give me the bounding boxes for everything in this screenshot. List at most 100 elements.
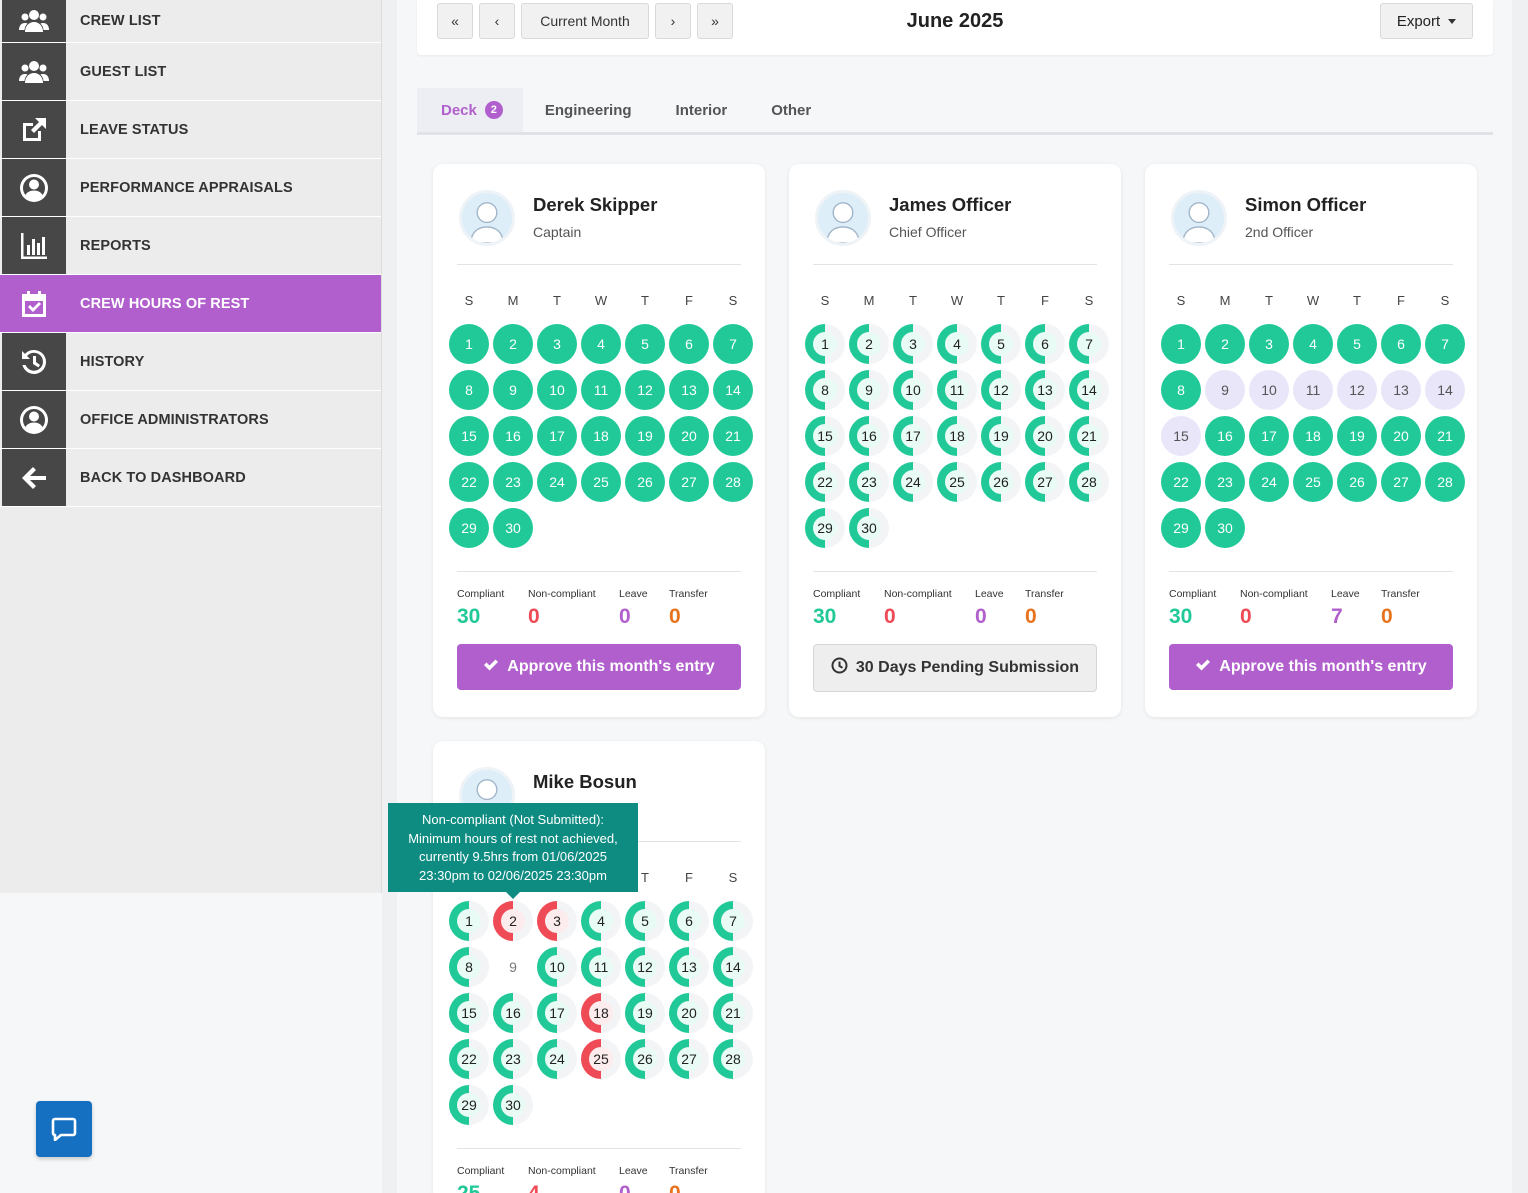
calendar-day[interactable]: 17 — [893, 416, 933, 456]
calendar-day[interactable]: 8 — [1161, 370, 1201, 410]
tab-other[interactable]: Other — [749, 88, 833, 132]
calendar-day[interactable]: 7 — [713, 901, 753, 941]
calendar-day[interactable]: 27 — [1381, 462, 1421, 502]
calendar-day[interactable]: 21 — [713, 993, 753, 1033]
calendar-day[interactable]: 23 — [493, 462, 533, 502]
calendar-day[interactable]: 26 — [625, 462, 665, 502]
tab-deck[interactable]: Deck 2 — [417, 88, 523, 132]
calendar-day[interactable]: 24 — [1249, 462, 1289, 502]
calendar-day[interactable]: 4 — [1293, 324, 1333, 364]
calendar-day[interactable]: 16 — [1205, 416, 1245, 456]
calendar-day[interactable]: 1 — [1161, 324, 1201, 364]
calendar-day[interactable]: 24 — [537, 1039, 577, 1079]
calendar-day[interactable]: 25 — [937, 462, 977, 502]
calendar-day[interactable]: 13 — [1025, 370, 1065, 410]
calendar-day[interactable]: 11 — [581, 947, 621, 987]
calendar-day[interactable]: 10 — [537, 947, 577, 987]
calendar-day[interactable]: 18 — [1293, 416, 1333, 456]
calendar-day[interactable]: 14 — [1425, 370, 1465, 410]
calendar-day[interactable]: 22 — [449, 1039, 489, 1079]
calendar-day[interactable]: 19 — [1337, 416, 1377, 456]
calendar-day[interactable]: 13 — [669, 370, 709, 410]
calendar-day[interactable]: 2 — [1205, 324, 1245, 364]
calendar-day[interactable]: 4 — [581, 901, 621, 941]
calendar-day[interactable]: 12 — [981, 370, 1021, 410]
calendar-day[interactable]: 24 — [893, 462, 933, 502]
sidebar-item-leave-status[interactable]: LEAVE STATUS — [0, 101, 381, 159]
calendar-day[interactable]: 21 — [1069, 416, 1109, 456]
calendar-day[interactable]: 26 — [981, 462, 1021, 502]
calendar-day[interactable]: 20 — [1025, 416, 1065, 456]
calendar-day[interactable]: 29 — [1161, 508, 1201, 548]
calendar-day[interactable]: 24 — [537, 462, 577, 502]
calendar-day[interactable]: 3 — [893, 324, 933, 364]
calendar-day[interactable]: 16 — [849, 416, 889, 456]
calendar-day[interactable]: 1 — [449, 324, 489, 364]
calendar-day[interactable]: 29 — [449, 1085, 489, 1125]
calendar-day[interactable]: 14 — [1069, 370, 1109, 410]
calendar-day[interactable]: 21 — [1425, 416, 1465, 456]
calendar-day[interactable]: 5 — [625, 324, 665, 364]
calendar-day[interactable]: 21 — [713, 416, 753, 456]
calendar-day[interactable]: 8 — [449, 370, 489, 410]
sidebar-item-reports[interactable]: REPORTS — [0, 217, 381, 275]
calendar-day[interactable]: 6 — [1025, 324, 1065, 364]
calendar-day[interactable]: 27 — [669, 1039, 709, 1079]
calendar-day[interactable]: 10 — [1249, 370, 1289, 410]
calendar-day[interactable]: 23 — [493, 1039, 533, 1079]
calendar-day[interactable]: 4 — [581, 324, 621, 364]
calendar-day[interactable]: 17 — [1249, 416, 1289, 456]
calendar-day[interactable]: 23 — [849, 462, 889, 502]
calendar-day[interactable]: 20 — [669, 416, 709, 456]
calendar-day[interactable]: 7 — [1069, 324, 1109, 364]
calendar-day[interactable]: 29 — [805, 508, 845, 548]
tab-interior[interactable]: Interior — [654, 88, 750, 132]
calendar-day[interactable]: 7 — [713, 324, 753, 364]
calendar-day[interactable]: 26 — [625, 1039, 665, 1079]
calendar-day[interactable]: 3 — [537, 901, 577, 941]
sidebar-item-history[interactable]: HISTORY — [0, 333, 381, 391]
calendar-day[interactable]: 6 — [669, 324, 709, 364]
calendar-day[interactable]: 9 — [493, 947, 533, 987]
calendar-day[interactable]: 6 — [669, 901, 709, 941]
sidebar-item-crew-hours-of-rest[interactable]: CREW HOURS OF REST — [0, 275, 381, 333]
calendar-day[interactable]: 12 — [625, 947, 665, 987]
calendar-day[interactable]: 19 — [625, 416, 665, 456]
calendar-day[interactable]: 15 — [449, 993, 489, 1033]
calendar-day[interactable]: 1 — [805, 324, 845, 364]
calendar-day[interactable]: 28 — [713, 462, 753, 502]
sidebar-item-back-to-dashboard[interactable]: BACK TO DASHBOARD — [0, 449, 381, 507]
calendar-day[interactable]: 3 — [537, 324, 577, 364]
calendar-day[interactable]: 13 — [1381, 370, 1421, 410]
calendar-day[interactable]: 5 — [981, 324, 1021, 364]
calendar-day[interactable]: 9 — [493, 370, 533, 410]
calendar-day[interactable]: 28 — [1069, 462, 1109, 502]
calendar-day[interactable]: 10 — [537, 370, 577, 410]
calendar-day[interactable]: 8 — [805, 370, 845, 410]
calendar-day[interactable]: 12 — [1337, 370, 1377, 410]
calendar-day[interactable]: 16 — [493, 416, 533, 456]
calendar-day[interactable]: 9 — [849, 370, 889, 410]
calendar-day[interactable]: 5 — [625, 901, 665, 941]
calendar-day[interactable]: 15 — [449, 416, 489, 456]
calendar-day[interactable]: 30 — [849, 508, 889, 548]
calendar-day[interactable]: 11 — [1293, 370, 1333, 410]
calendar-day[interactable]: 26 — [1337, 462, 1377, 502]
calendar-day[interactable]: 19 — [625, 993, 665, 1033]
calendar-day[interactable]: 28 — [1425, 462, 1465, 502]
calendar-day[interactable]: 1 — [449, 901, 489, 941]
calendar-day[interactable]: 30 — [493, 1085, 533, 1125]
calendar-day[interactable]: 30 — [493, 508, 533, 548]
calendar-day[interactable]: 10 — [893, 370, 933, 410]
calendar-day[interactable]: 14 — [713, 947, 753, 987]
calendar-day[interactable]: 15 — [1161, 416, 1201, 456]
calendar-day[interactable]: 2 — [493, 324, 533, 364]
chat-button[interactable] — [36, 1101, 92, 1157]
calendar-day[interactable]: 13 — [669, 947, 709, 987]
sidebar-item-office-administrators[interactable]: OFFICE ADMINISTRATORS — [0, 391, 381, 449]
calendar-day[interactable]: 4 — [937, 324, 977, 364]
export-dropdown[interactable]: Export — [1380, 3, 1473, 39]
sidebar-item-performance-appraisals[interactable]: PERFORMANCE APPRAISALS — [0, 159, 381, 217]
calendar-day[interactable]: 17 — [537, 993, 577, 1033]
tab-engineering[interactable]: Engineering — [523, 88, 654, 132]
